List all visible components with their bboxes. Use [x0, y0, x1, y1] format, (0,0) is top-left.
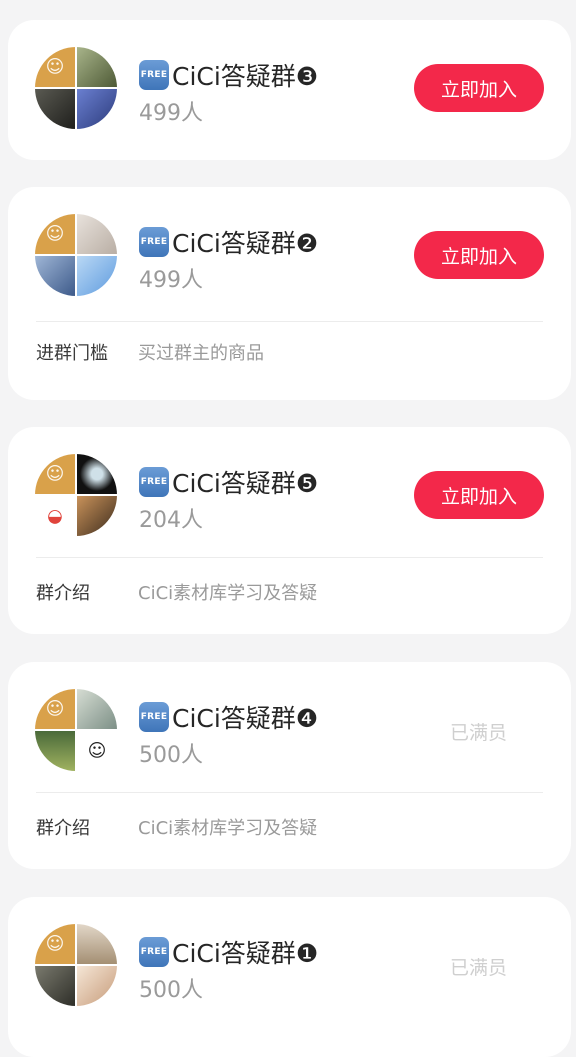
group-card-main: ☺ ☺ FREE CiCi答疑群❹ 500人 已满员: [8, 662, 571, 796]
group-name: CiCi答疑群❶: [172, 939, 319, 968]
group-card[interactable]: ☺ FREE CiCi答疑群❷ 499人 立即加入 进群门槛 买过群主的商品: [8, 187, 571, 400]
avatar-tile: ☺: [35, 47, 75, 87]
group-card-main: ☺ FREE CiCi答疑群❶ 500人 已满员: [8, 897, 571, 1031]
full-status-label: 已满员: [450, 722, 508, 744]
group-card-main: ☺ FREE CiCi答疑群❸ 499人 立即加入: [8, 20, 571, 154]
info-label: 进群门槛: [36, 343, 108, 364]
avatar-tile: [77, 689, 117, 729]
info-value: CiCi素材库学习及答疑: [138, 583, 318, 604]
smiley-icon: ☺: [45, 698, 65, 720]
avatar-tile: ☺: [35, 214, 75, 254]
group-avatar: ☺: [35, 924, 117, 1006]
smiley-icon: ☺: [45, 56, 65, 78]
group-name: CiCi答疑群❷: [172, 229, 319, 258]
member-count: 204人: [139, 508, 203, 533]
member-count: 500人: [139, 743, 203, 768]
group-card[interactable]: ☺ FREE CiCi答疑群❶ 500人 已满员: [8, 897, 571, 1057]
join-button[interactable]: 立即加入: [414, 471, 544, 519]
watermelon-icon: ◒: [47, 505, 63, 527]
avatar-tile: [77, 966, 117, 1006]
avatar-tile: [77, 47, 117, 87]
info-value: CiCi素材库学习及答疑: [138, 818, 318, 839]
avatar-tile: ☺: [35, 689, 75, 729]
smiley-icon: ☺: [45, 223, 65, 245]
free-badge: FREE: [139, 227, 169, 257]
avatar-tile: [77, 256, 117, 296]
doodle-face-icon: ☺: [87, 740, 107, 762]
avatar-tile: [77, 89, 117, 129]
info-value: 买过群主的商品: [138, 343, 264, 364]
group-info-row: 群介绍 CiCi素材库学习及答疑: [36, 579, 317, 605]
group-title-row: FREE CiCi答疑群❺: [139, 464, 318, 500]
avatar-tile: ☺: [35, 454, 75, 494]
avatar-tile: ☺: [35, 924, 75, 964]
divider: [36, 792, 543, 793]
avatar-tile: [35, 256, 75, 296]
avatar-tile: ☺: [77, 731, 117, 771]
avatar-tile: [35, 966, 75, 1006]
free-badge: FREE: [139, 467, 169, 497]
group-card[interactable]: ☺ ◒ FREE CiCi答疑群❺ 204人 立即加入 群介绍 CiCi素材库学…: [8, 427, 571, 634]
group-card-main: ☺ FREE CiCi答疑群❷ 499人 立即加入: [8, 187, 571, 321]
group-title-row: FREE CiCi答疑群❶: [139, 934, 318, 970]
group-title-row: FREE CiCi答疑群❹: [139, 699, 318, 735]
free-badge: FREE: [139, 937, 169, 967]
smiley-icon: ☺: [45, 463, 65, 485]
group-info-row: 群介绍 CiCi素材库学习及答疑: [36, 814, 317, 840]
group-avatar: ☺: [35, 214, 117, 296]
free-badge: FREE: [139, 702, 169, 732]
group-title-row: FREE CiCi答疑群❸: [139, 57, 318, 93]
group-name: CiCi答疑群❺: [172, 469, 319, 498]
full-status-label: 已满员: [450, 957, 508, 979]
smiley-icon: ☺: [45, 933, 65, 955]
member-count: 499人: [139, 101, 203, 126]
group-avatar: ☺ ◒: [35, 454, 117, 536]
member-count: 499人: [139, 268, 203, 293]
group-card[interactable]: ☺ ☺ FREE CiCi答疑群❹ 500人 已满员 群介绍 CiCi素材库学习…: [8, 662, 571, 869]
group-avatar: ☺ ☺: [35, 689, 117, 771]
free-badge: FREE: [139, 60, 169, 90]
member-count: 500人: [139, 978, 203, 1003]
avatar-tile: [35, 731, 75, 771]
divider: [36, 557, 543, 558]
group-name: CiCi答疑群❸: [172, 62, 319, 91]
avatar-tile: [77, 496, 117, 536]
info-label: 群介绍: [36, 818, 90, 839]
avatar-tile: [77, 214, 117, 254]
group-name: CiCi答疑群❹: [172, 704, 319, 733]
join-button[interactable]: 立即加入: [414, 64, 544, 112]
group-avatar: ☺: [35, 47, 117, 129]
group-title-row: FREE CiCi答疑群❷: [139, 224, 318, 260]
group-card[interactable]: ☺ FREE CiCi答疑群❸ 499人 立即加入: [8, 20, 571, 160]
group-info-row: 进群门槛 买过群主的商品: [36, 339, 264, 365]
avatar-tile: [77, 454, 117, 494]
avatar-tile: [35, 89, 75, 129]
info-label: 群介绍: [36, 583, 90, 604]
avatar-tile: [77, 924, 117, 964]
divider: [36, 321, 543, 322]
group-card-main: ☺ ◒ FREE CiCi答疑群❺ 204人 立即加入: [8, 427, 571, 561]
join-button[interactable]: 立即加入: [414, 231, 544, 279]
avatar-tile: ◒: [35, 496, 75, 536]
